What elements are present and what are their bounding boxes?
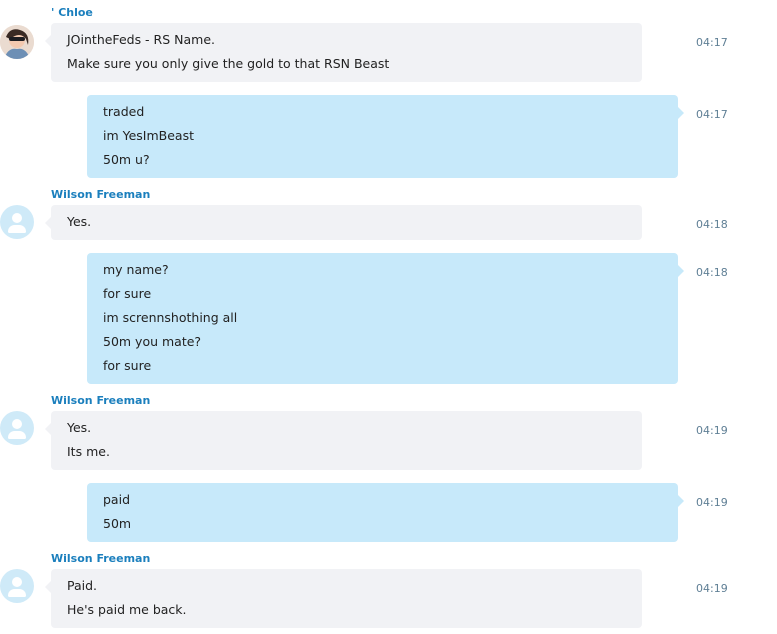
message-text: He's paid me back.: [67, 602, 187, 617]
avatar-photo: [0, 25, 34, 59]
message-text: 50m: [103, 516, 132, 531]
message-text: for sure: [103, 286, 152, 301]
message-text: paid: [103, 492, 131, 507]
message-bubble-incoming[interactable]: JOintheFeds - RS Name. Make sure you onl…: [45, 23, 642, 82]
message-bubble-incoming[interactable]: Paid. He's paid me back.: [45, 569, 642, 628]
user-icon: [12, 419, 22, 429]
user-icon: [12, 577, 22, 587]
message-text: my name?: [103, 262, 169, 277]
message-text: Yes.: [67, 420, 92, 435]
message-text: JOintheFeds - RS Name.: [67, 32, 215, 47]
message-bubble-outgoing[interactable]: traded im YesImBeast 50m u?: [87, 95, 684, 178]
message-text: Make sure you only give the gold to that…: [67, 56, 390, 71]
message-text: 50m you mate?: [103, 334, 202, 349]
message-timestamp: 04:18: [696, 266, 728, 279]
message-text: Its me.: [67, 444, 110, 459]
message-timestamp: 04:18: [696, 218, 728, 231]
message-text: traded: [103, 104, 145, 119]
message-timestamp: 04:19: [696, 424, 728, 437]
message-bubble-outgoing[interactable]: my name? for sure im scrennshothing all …: [87, 253, 684, 384]
message-timestamp: 04:17: [696, 36, 728, 49]
avatar[interactable]: [0, 25, 34, 59]
user-icon: [12, 213, 22, 223]
default-user-avatar[interactable]: [0, 205, 34, 239]
message-timestamp: 04:19: [696, 582, 728, 595]
message-bubble-incoming[interactable]: Yes. Its me.: [45, 411, 642, 470]
message-text: for sure: [103, 358, 152, 373]
message-text: im scrennshothing all: [103, 310, 238, 325]
message-text: Paid.: [67, 578, 98, 593]
default-user-avatar[interactable]: [0, 411, 34, 445]
sender-name[interactable]: Wilson Freeman: [51, 552, 150, 565]
message-timestamp: 04:17: [696, 108, 728, 121]
message-timestamp: 04:19: [696, 496, 728, 509]
sender-name[interactable]: Wilson Freeman: [51, 188, 150, 201]
message-text: 50m u?: [103, 152, 150, 167]
default-user-avatar[interactable]: [0, 569, 34, 603]
sender-name[interactable]: Wilson Freeman: [51, 394, 150, 407]
message-text: im YesImBeast: [103, 128, 195, 143]
message-text: Yes.: [67, 214, 92, 229]
sender-name[interactable]: ' Chloe: [51, 6, 93, 19]
message-bubble-outgoing[interactable]: paid 50m: [87, 483, 684, 542]
message-bubble-incoming[interactable]: Yes.: [45, 205, 642, 240]
